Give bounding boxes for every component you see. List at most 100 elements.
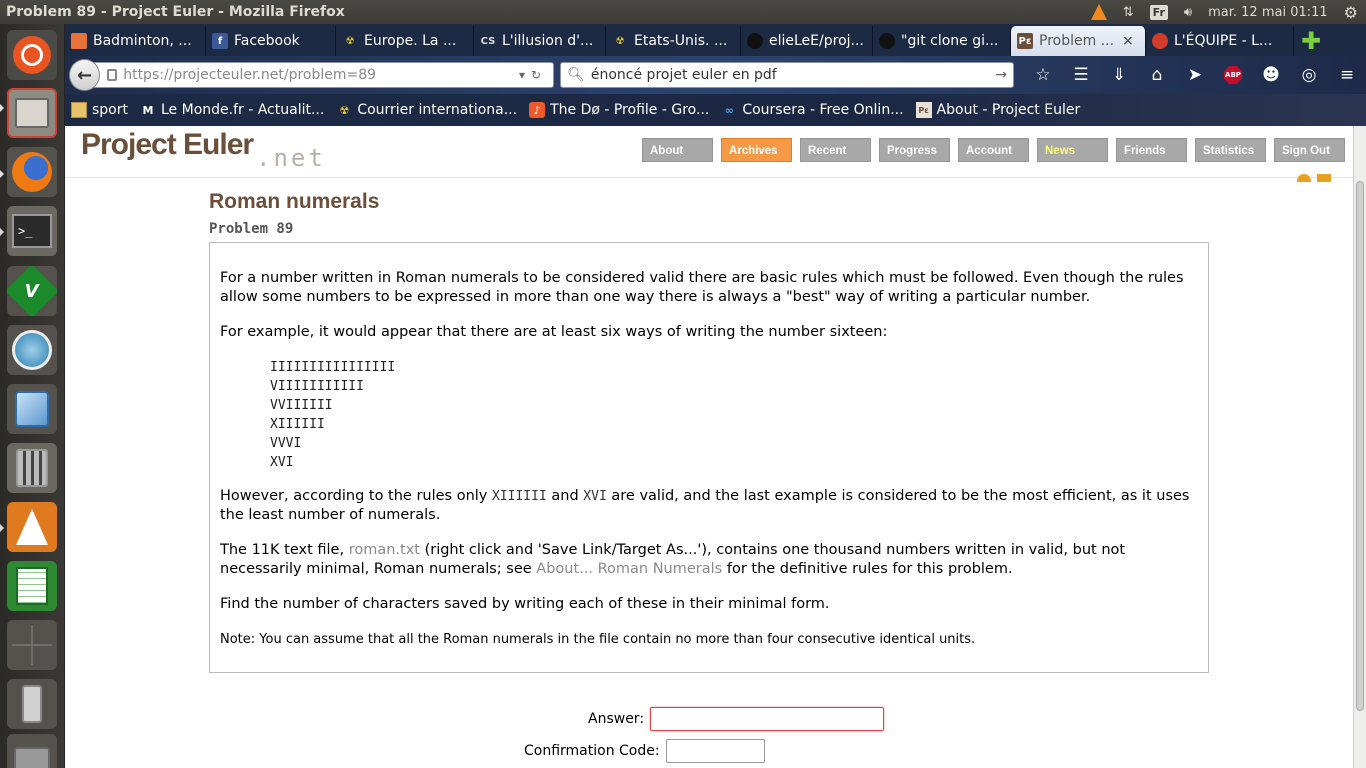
workspace-switcher-icon[interactable] — [7, 620, 57, 670]
bookmarks-toolbar: sport M Le Monde.fr - Actualit... ☢ Courri… — [65, 94, 1366, 126]
nav-about[interactable]: About — [642, 138, 713, 162]
usb-drive-icon[interactable] — [7, 679, 57, 729]
tab-lequipe[interactable]: L'ÉQUIPE - L... — [1146, 26, 1294, 56]
bookmark-star-icon[interactable]: ☆ — [1024, 60, 1062, 90]
tab-illusion[interactable]: CS L'illusion d'... — [474, 26, 606, 56]
vlc-indicator[interactable] — [1083, 0, 1115, 24]
firefox-icon[interactable] — [7, 147, 57, 197]
page-scrollbar[interactable] — [1353, 126, 1366, 768]
site-header: Project Euler .net About Archives Recent … — [65, 126, 1353, 182]
files-icon[interactable] — [7, 88, 57, 138]
roman-txt-link[interactable]: roman.txt — [349, 542, 420, 558]
tab-badminton[interactable]: Badminton, ... — [65, 26, 206, 56]
bookmark-label: The Dø - Profile - Gro... — [550, 102, 710, 118]
bookmark-the-do[interactable]: ♪ The Dø - Profile - Gro... — [523, 102, 715, 118]
rss-icon[interactable] — [1297, 174, 1311, 182]
url-controls[interactable]: ▾↻ — [519, 68, 553, 82]
nav-news[interactable]: News — [1037, 138, 1108, 162]
trash-icon[interactable] — [7, 734, 57, 768]
send-icon[interactable]: ➤ — [1176, 60, 1214, 90]
menu-icon[interactable]: ≡ — [1328, 60, 1366, 90]
tab-git-clone[interactable]: "git clone gi... — [873, 26, 1011, 56]
text-span: However, according to the rules only — [220, 488, 492, 504]
nav-recent[interactable]: Recent — [800, 138, 871, 162]
courrier-icon: ☢ — [345, 35, 355, 47]
problem-paragraph: Find the number of characters saved by w… — [220, 596, 830, 612]
network-icon[interactable]: ⇅ — [1115, 0, 1142, 24]
vlc-icon[interactable] — [7, 502, 57, 552]
code-span: XIIIIII — [492, 489, 547, 504]
calculator-icon[interactable] — [7, 443, 57, 493]
adblock-icon: ABP — [1223, 66, 1242, 84]
numeral-examples: IIIIIIIIIIIIIIII VIIIIIIIIIII VVIIIIII X… — [270, 358, 1198, 472]
github-icon — [747, 33, 763, 49]
home-icon[interactable]: ⌂ — [1138, 60, 1176, 90]
url-bar[interactable]: https://projecteuler.net/problem=89 ▾↻ — [94, 62, 555, 88]
volume-icon[interactable]: 🔊︎ — [1176, 0, 1200, 24]
bookmark-label: Courrier internationa... — [357, 102, 518, 118]
search-input[interactable]: énoncé projet euler en pdf — [591, 67, 777, 83]
settings-icon[interactable]: ⚙ — [1336, 0, 1366, 24]
chat-icon[interactable]: ☻ — [1252, 60, 1290, 90]
reading-list-icon[interactable]: ☰ — [1062, 60, 1100, 90]
numeral-example: XVI — [270, 455, 294, 470]
clock[interactable]: mar. 12 mai 01:11 — [1200, 0, 1336, 24]
answer-input[interactable] — [650, 707, 885, 731]
running-indicator — [0, 524, 4, 532]
nav-statistics[interactable]: Statistics — [1195, 138, 1266, 162]
search-go-icon[interactable]: → — [995, 67, 1013, 83]
nav-friends[interactable]: Friends — [1116, 138, 1187, 162]
info-icon[interactable] — [1317, 174, 1331, 182]
bookmark-sport[interactable]: sport — [65, 102, 134, 118]
problem-paragraph: For example, it would appear that there … — [220, 324, 888, 340]
search-bar[interactable]: 🔍︎ énoncé projet euler en pdf → — [560, 62, 1014, 88]
keyboard-indicator[interactable]: Fr — [1142, 0, 1176, 24]
url-path: /problem=89 — [283, 67, 377, 83]
terminal-icon[interactable]: >_ — [7, 206, 57, 256]
tab-label: Badminton, ... — [93, 33, 192, 49]
back-button[interactable]: ← — [69, 59, 101, 91]
bookmark-label: Coursera - Free Onlin... — [742, 102, 904, 118]
tab-github-proj[interactable]: elieLeE/proj... — [741, 26, 873, 56]
facebook-icon: f — [212, 33, 228, 49]
addon-icon[interactable]: ◎ — [1290, 60, 1328, 90]
window-title: Problem 89 - Project Euler - Mozilla Fir… — [6, 4, 345, 20]
vim-icon[interactable]: V — [7, 266, 57, 316]
virtualbox-icon[interactable] — [7, 384, 57, 434]
courrier-icon: ☢ — [339, 103, 350, 117]
tab-etats-unis[interactable]: ☢ Etats-Unis. ... — [606, 26, 741, 56]
nav-account[interactable]: Account — [958, 138, 1029, 162]
nav-sign-out[interactable]: Sign Out — [1274, 138, 1345, 162]
bookmark-project-euler[interactable]: Pε About - Project Euler — [910, 102, 1087, 118]
problem-tools — [1291, 174, 1331, 182]
answer-label: Answer: — [588, 711, 645, 727]
nav-progress[interactable]: Progress — [879, 138, 950, 162]
new-tab-button[interactable]: ✚ — [1294, 26, 1328, 56]
network-manager-icon[interactable] — [7, 325, 57, 375]
github-icon — [879, 33, 895, 49]
spreadsheet-icon[interactable] — [7, 561, 57, 611]
dash-home-icon[interactable] — [7, 30, 57, 80]
numeral-example: XIIIIII — [270, 417, 325, 432]
confirmation-row: Confirmation Code: — [524, 739, 765, 763]
page-content: Project Euler .net About Archives Recent … — [65, 126, 1353, 768]
logo-suffix: .net — [256, 144, 326, 172]
tab-facebook[interactable]: f Facebook — [206, 26, 336, 56]
nav-archives[interactable]: Archives — [721, 138, 792, 162]
text-span: and — [546, 488, 584, 504]
site-logo[interactable]: Project Euler .net — [81, 128, 323, 172]
scrollbar-thumb[interactable] — [1356, 181, 1364, 711]
tab-label: elieLeE/proj... — [769, 33, 864, 49]
problem-paragraph: However, according to the rules only XII… — [220, 487, 1198, 525]
confirmation-code-input[interactable] — [665, 739, 765, 763]
site-nav: About Archives Recent Progress Account N… — [642, 138, 1353, 162]
bookmark-coursera[interactable]: ∞ Coursera - Free Onlin... — [715, 102, 909, 118]
tab-europe[interactable]: ☢ Europe. La ... — [336, 26, 474, 56]
adblock-button[interactable]: ABP — [1214, 60, 1252, 90]
tab-problem-89[interactable]: Pε Problem ... × — [1011, 26, 1146, 56]
about-roman-numerals-link[interactable]: About... Roman Numerals — [536, 561, 722, 577]
bookmark-courrier[interactable]: ☢ Courrier internationa... — [330, 102, 523, 118]
close-tab-icon[interactable]: × — [1122, 33, 1134, 49]
bookmark-lemonde[interactable]: M Le Monde.fr - Actualit... — [134, 102, 330, 118]
downloads-icon[interactable]: ⇓ — [1100, 60, 1138, 90]
